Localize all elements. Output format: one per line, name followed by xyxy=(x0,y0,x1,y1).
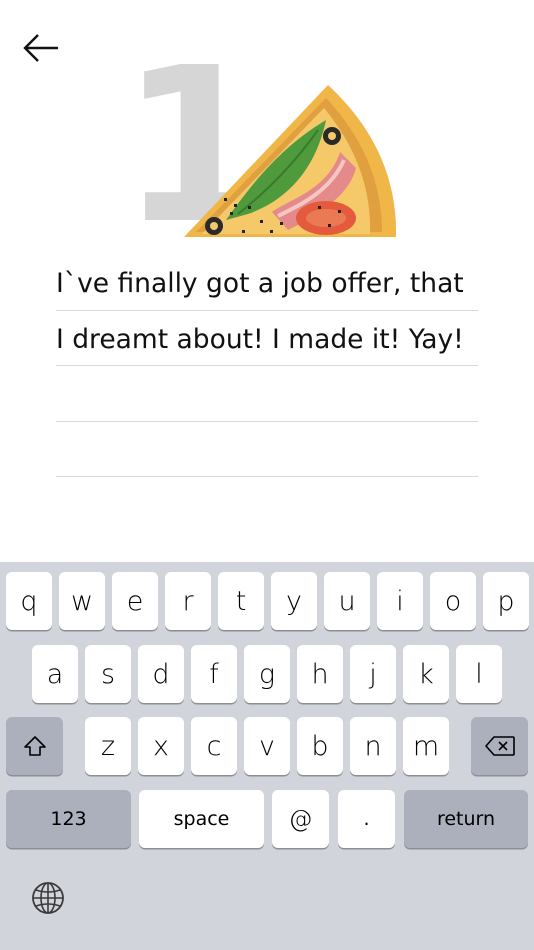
key-o[interactable]: o xyxy=(430,572,476,630)
dot-key[interactable]: . xyxy=(338,790,395,848)
globe-button[interactable] xyxy=(30,880,70,920)
key-b[interactable]: b xyxy=(297,717,343,775)
key-s[interactable]: s xyxy=(85,645,131,703)
note-line[interactable]: I`ve finally got a job offer, that xyxy=(56,255,478,311)
note-editor[interactable]: I`ve finally got a job offer, that I dre… xyxy=(56,255,478,477)
arrow-left-icon xyxy=(23,34,58,62)
key-t[interactable]: t xyxy=(218,572,264,630)
note-line[interactable] xyxy=(56,366,478,422)
key-q[interactable]: q xyxy=(6,572,52,630)
shift-icon xyxy=(23,736,46,756)
key-d[interactable]: d xyxy=(138,645,184,703)
shift-key[interactable] xyxy=(6,717,63,775)
key-l[interactable]: l xyxy=(456,645,502,703)
numbers-key[interactable]: 123 xyxy=(6,790,131,848)
note-line[interactable] xyxy=(56,422,478,477)
on-screen-keyboard: q w e r t y u i o p a s d f g h j k l z … xyxy=(0,562,534,950)
key-k[interactable]: k xyxy=(403,645,449,703)
globe-icon xyxy=(32,882,64,914)
at-key[interactable]: @ xyxy=(272,790,329,848)
key-u[interactable]: u xyxy=(324,572,370,630)
key-n[interactable]: n xyxy=(350,717,396,775)
key-g[interactable]: g xyxy=(244,645,290,703)
key-e[interactable]: e xyxy=(112,572,158,630)
delete-key[interactable] xyxy=(471,717,528,775)
backspace-icon xyxy=(484,736,515,756)
key-a[interactable]: a xyxy=(32,645,78,703)
key-w[interactable]: w xyxy=(59,572,105,630)
key-v[interactable]: v xyxy=(244,717,290,775)
key-m[interactable]: m xyxy=(403,717,449,775)
space-key[interactable]: space xyxy=(139,790,264,848)
key-y[interactable]: y xyxy=(271,572,317,630)
key-h[interactable]: h xyxy=(297,645,343,703)
hero-illustration: 1 xyxy=(120,40,410,254)
back-button[interactable] xyxy=(20,30,64,66)
key-j[interactable]: j xyxy=(350,645,396,703)
key-c[interactable]: c xyxy=(191,717,237,775)
key-r[interactable]: r xyxy=(165,572,211,630)
key-i[interactable]: i xyxy=(377,572,423,630)
pizza-slice-illustration xyxy=(184,85,397,237)
note-line[interactable]: I dreamt about! I made it! Yay! xyxy=(56,311,478,366)
key-p[interactable]: p xyxy=(483,572,529,630)
return-key[interactable]: return xyxy=(404,790,528,848)
key-z[interactable]: z xyxy=(85,717,131,775)
key-x[interactable]: x xyxy=(138,717,184,775)
key-f[interactable]: f xyxy=(191,645,237,703)
